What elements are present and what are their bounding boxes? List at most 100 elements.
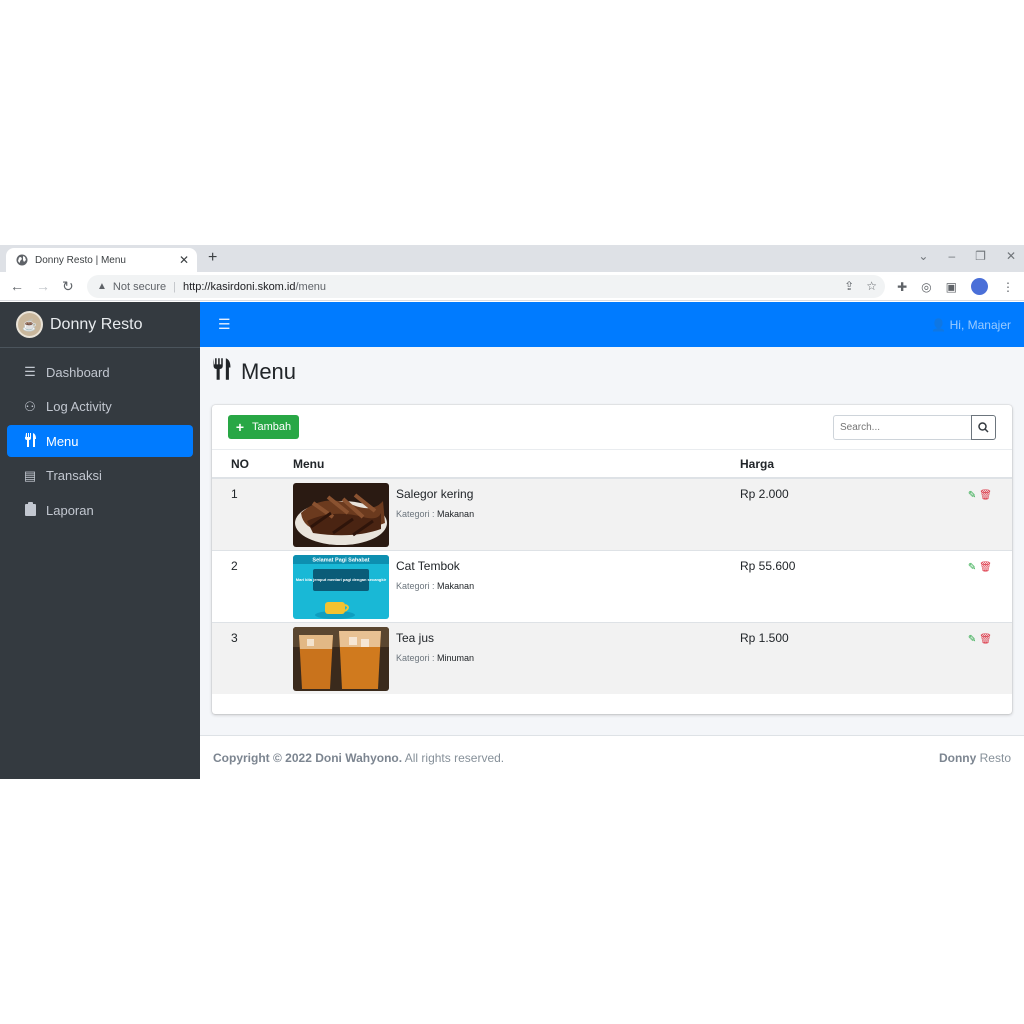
- edit-icon[interactable]: ✎: [968, 634, 976, 645]
- sidebar-item-label: Dashboard: [46, 364, 110, 380]
- footer: Copyright © 2022 Doni Wahyono. All right…: [200, 735, 1024, 779]
- footer-brand-bold: Donny: [938, 750, 977, 765]
- url-host: http://kasirdoni.skom.id: [182, 280, 296, 293]
- table-row: 2 Selamat Pagi Sahabat Mari kita jemput …: [212, 550, 1012, 622]
- row-price: Rp 1.500: [740, 630, 789, 645]
- menu-image-salegor[interactable]: [293, 483, 389, 547]
- window-controls: ⌄ – ❐ ✕: [918, 249, 1016, 263]
- forward-icon[interactable]: →: [36, 278, 50, 295]
- globe-icon: [16, 254, 28, 266]
- profile-avatar[interactable]: [971, 278, 988, 295]
- star-icon[interactable]: ☆: [866, 279, 877, 293]
- table-row: 3 Tea jus Kategori: Minuman Rp 1.500 ✎ …: [212, 622, 1012, 694]
- tab-title: Donny Resto | Menu: [35, 254, 126, 266]
- close-tab-icon[interactable]: ✕: [179, 253, 189, 267]
- menu-name: Salegor kering: [396, 487, 474, 501]
- menu-name: Tea jus: [396, 630, 435, 645]
- sidebar-item-log-activity[interactable]: ⚇ Log Activity: [7, 391, 193, 423]
- sidebar-nav: ☰ Dashboard ⚇ Log Activity Menu ▤ Transa…: [0, 348, 200, 537]
- sidebar-item-label: Menu: [46, 433, 79, 449]
- sidebar-item-menu[interactable]: Menu: [7, 425, 193, 457]
- user-icon: 👤: [931, 317, 947, 332]
- back-icon[interactable]: ←: [10, 278, 24, 295]
- row-actions: ✎ 🗑: [950, 622, 1012, 694]
- more-icon[interactable]: ⋮: [1002, 280, 1014, 294]
- menu-image-cat-tembok[interactable]: Selamat Pagi Sahabat Mari kita jemput me…: [293, 554, 389, 619]
- sidebar-item-laporan[interactable]: Laporan: [7, 494, 193, 526]
- share-icon[interactable]: ⇪: [844, 279, 854, 293]
- browser-tab[interactable]: Donny Resto | Menu ✕: [6, 248, 197, 272]
- main-content: ☰ 👤 Hi, Manajer Menu + Tambah Search... …: [200, 302, 1024, 779]
- app: ☕ Donny Resto ☰ Dashboard ⚇ Log Activity…: [0, 302, 1024, 779]
- row-actions: ✎ 🗑: [950, 550, 1012, 622]
- chevron-down-icon[interactable]: ⌄: [918, 249, 928, 263]
- search-group: [833, 415, 996, 440]
- row-no: 2: [231, 558, 238, 573]
- category-value: Minuman: [437, 652, 475, 663]
- page-title: Menu: [212, 358, 296, 386]
- row-actions: ✎ 🗑: [950, 478, 1012, 550]
- row-menu: Selamat Pagi Sahabat Mari kita jemput me…: [293, 550, 740, 622]
- plus-icon: +: [235, 419, 245, 435]
- row-no: 1: [231, 487, 238, 501]
- image-text-body: Mari kita jemput mentari pagi dengan sec…: [296, 577, 387, 582]
- col-header-no: NO: [212, 450, 293, 479]
- top-navbar: ☰ 👤 Hi, Manajer: [200, 302, 1024, 347]
- extension-icons: ✚ ◎ ▣ ⋮: [897, 278, 1014, 295]
- col-header-actions: [950, 450, 1012, 479]
- search-icon: [978, 422, 989, 433]
- user-menu[interactable]: 👤 Hi, Manajer: [931, 318, 1011, 332]
- hamburger-icon[interactable]: ☰: [218, 316, 231, 333]
- sidebar-item-label: Transaksi: [46, 468, 102, 483]
- delete-icon[interactable]: 🗑: [979, 490, 992, 501]
- address-bar[interactable]: ▲ Not secure | http://kasirdoni.skom.id /…: [87, 275, 885, 298]
- warning-icon[interactable]: ▲: [97, 281, 107, 292]
- puzzle-icon[interactable]: ✚: [897, 280, 907, 294]
- category-label: Kategori :: [396, 509, 435, 519]
- menu-category: Kategori : Makanan: [396, 509, 474, 519]
- add-button-label: Tambah: [252, 421, 292, 433]
- image-text-header: Selamat Pagi Sahabat: [312, 557, 369, 563]
- new-tab-icon[interactable]: +: [208, 249, 217, 267]
- category-label: Kategori :: [396, 580, 435, 591]
- user-label: Hi, Manajer: [949, 317, 1011, 332]
- list-icon: ☰: [24, 364, 36, 379]
- col-header-harga: Harga: [740, 450, 950, 479]
- sidebar-item-dashboard[interactable]: ☰ Dashboard: [7, 356, 193, 388]
- brand-link[interactable]: ☕ Donny Resto: [0, 302, 200, 348]
- cash-register-icon: ▤: [23, 467, 37, 483]
- sync-icon[interactable]: ◎: [921, 280, 931, 294]
- reload-icon[interactable]: ↻: [62, 278, 74, 295]
- clipboard-icon: [23, 501, 37, 519]
- footer-brand: Donny Resto: [939, 751, 1011, 765]
- edit-icon[interactable]: ✎: [968, 490, 976, 501]
- minimize-icon[interactable]: –: [948, 249, 955, 263]
- footer-brand-rest: Resto: [979, 750, 1011, 765]
- search-button[interactable]: [971, 415, 996, 440]
- nav-controls: ← → ↻: [10, 278, 90, 295]
- search-input[interactable]: [833, 415, 971, 440]
- restore-icon[interactable]: ❐: [975, 249, 986, 263]
- category-value: Makanan: [437, 580, 475, 591]
- row-menu: Tea jus Kategori : Minuman: [293, 622, 740, 694]
- sidebar-item-label: Laporan: [46, 502, 94, 518]
- sidebar: ☕ Donny Resto ☰ Dashboard ⚇ Log Activity…: [0, 302, 200, 779]
- menu-name: Cat Tembok: [396, 558, 460, 573]
- rights-text: All rights reserved.: [404, 750, 505, 765]
- sidebar-item-transaksi[interactable]: ▤ Transaksi: [7, 460, 193, 492]
- menu-image-tea-jus[interactable]: [293, 626, 389, 691]
- copyright: Copyright © 2022 Doni Wahyono. All right…: [213, 751, 504, 765]
- close-window-icon[interactable]: ✕: [1006, 249, 1016, 263]
- add-menu-button[interactable]: + Tambah: [228, 415, 299, 439]
- address-bar-row: ← → ↻ ▲ Not secure | http://kasirdoni.sk…: [0, 272, 1024, 301]
- side-panel-icon[interactable]: ▣: [946, 280, 957, 294]
- delete-icon[interactable]: 🗑: [979, 562, 992, 573]
- security-label[interactable]: Not secure: [113, 281, 166, 293]
- edit-icon[interactable]: ✎: [968, 562, 976, 573]
- menu-card: + Tambah NO Menu: [212, 405, 1012, 714]
- menu-table: NO Menu Harga 1 Salegor kering Kategori …: [212, 450, 1012, 694]
- col-header-menu: Menu: [293, 450, 740, 479]
- delete-icon[interactable]: 🗑: [979, 634, 992, 645]
- url-path: /menu: [295, 280, 327, 293]
- row-price: Rp 2.000: [740, 487, 789, 501]
